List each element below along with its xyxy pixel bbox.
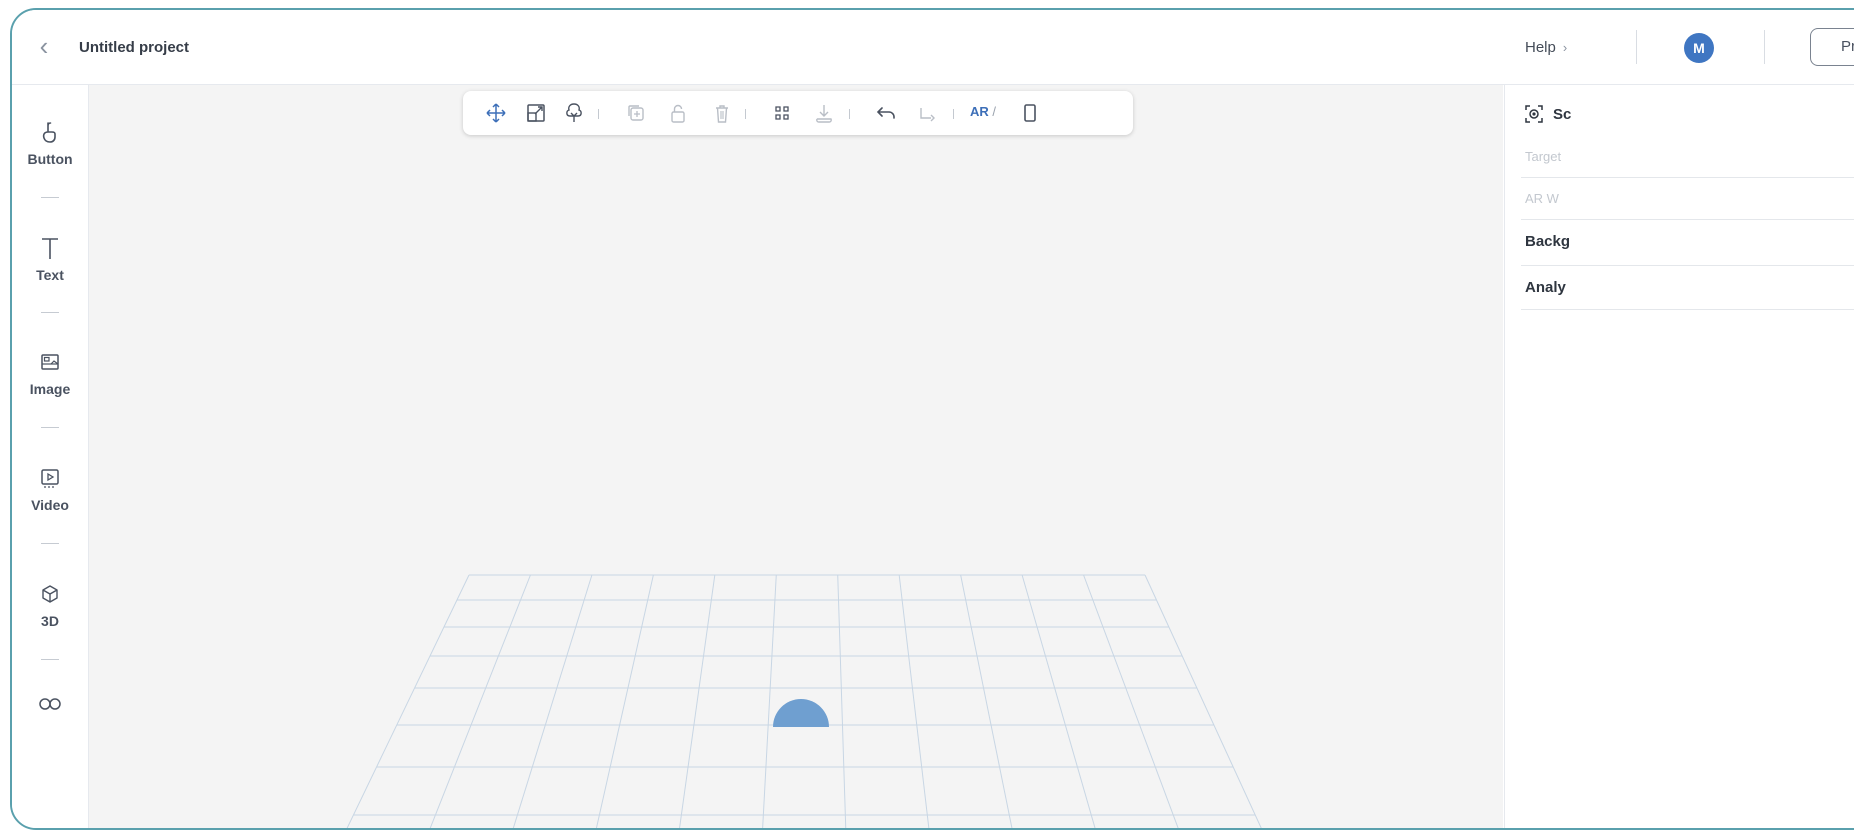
- mobile-icon[interactable]: [1017, 101, 1043, 125]
- image-icon: [12, 345, 88, 379]
- divider: [41, 197, 59, 198]
- help-label: Help: [1525, 39, 1556, 56]
- add-button-tool[interactable]: Button: [12, 115, 88, 167]
- divider: [1521, 219, 1854, 220]
- glasses-icon: [12, 685, 88, 719]
- tool-label: Video: [31, 497, 69, 513]
- ar-field[interactable]: AR W: [1525, 191, 1559, 206]
- divider: [41, 312, 59, 313]
- grid-line: [837, 574, 847, 828]
- divider: [41, 427, 59, 428]
- grid-line: [1144, 574, 1262, 828]
- grid-line: [898, 574, 930, 828]
- divider: [1521, 309, 1854, 310]
- tool-label: Image: [29, 381, 71, 397]
- divider: [41, 659, 59, 660]
- grid-line: [960, 574, 1013, 828]
- properties-panel: Sc Target AR W Backg Analy: [1504, 85, 1854, 828]
- hand-pointer-icon: [12, 115, 88, 149]
- separator: [953, 109, 954, 119]
- delete-icon[interactable]: [709, 101, 735, 125]
- grid-line: [1083, 574, 1179, 828]
- project-title[interactable]: Untitled project: [79, 39, 189, 56]
- qr-icon[interactable]: [769, 101, 795, 125]
- analytics-section[interactable]: Analy: [1525, 279, 1566, 296]
- app-window: ‹ Untitled project Help › M Pr Button Tex…: [10, 8, 1854, 830]
- grid-line: [429, 574, 531, 828]
- add-3d-tool[interactable]: 3D: [12, 577, 88, 629]
- anchor-icon[interactable]: [811, 101, 837, 125]
- grid-line: [595, 574, 654, 828]
- preview-button[interactable]: Pr: [1810, 28, 1854, 66]
- duplicate-icon[interactable]: [623, 101, 649, 125]
- divider: [1521, 177, 1854, 178]
- tool-label: 3D: [41, 613, 59, 629]
- scene-target-icon: [1523, 103, 1545, 125]
- scene-header[interactable]: Sc: [1523, 103, 1571, 125]
- grid-line: [512, 574, 593, 828]
- cube-icon: [12, 577, 88, 611]
- top-bar: ‹ Untitled project Help › M Pr: [12, 10, 1854, 85]
- add-ar-tool[interactable]: [12, 685, 88, 719]
- grid-line: [1021, 574, 1096, 828]
- scene-canvas[interactable]: AR /: [89, 85, 1503, 828]
- lock-icon[interactable]: [665, 101, 691, 125]
- element-sidebar: Button Text Image Video 3D: [12, 85, 89, 828]
- scale-icon[interactable]: [523, 101, 549, 125]
- text-icon: [12, 231, 88, 265]
- divider: [41, 543, 59, 544]
- grid-line: [346, 574, 470, 828]
- divider: [1636, 30, 1637, 64]
- canvas-toolbar: AR /: [463, 91, 1133, 135]
- separator: [849, 109, 850, 119]
- ar-toggle[interactable]: AR /: [970, 104, 996, 119]
- chevron-right-icon: ›: [1562, 40, 1568, 55]
- tree-icon[interactable]: [561, 101, 587, 125]
- separator: [598, 109, 599, 119]
- video-icon: [12, 461, 88, 495]
- redo-icon[interactable]: [915, 101, 941, 125]
- divider: [1521, 265, 1854, 266]
- scene-label: Sc: [1553, 105, 1572, 123]
- background-section[interactable]: Backg: [1525, 233, 1570, 250]
- target-field[interactable]: Target: [1525, 149, 1561, 164]
- help-menu[interactable]: Help ›: [1525, 39, 1567, 56]
- ar-label: AR: [970, 104, 989, 119]
- divider: [1764, 30, 1765, 64]
- grid-line: [762, 574, 777, 828]
- tool-label: Text: [36, 267, 64, 283]
- ar-separator: /: [992, 104, 997, 119]
- avatar[interactable]: M: [1684, 33, 1714, 63]
- add-image-tool[interactable]: Image: [12, 345, 88, 397]
- add-text-tool[interactable]: Text: [12, 231, 88, 283]
- separator: [745, 109, 746, 119]
- move-icon[interactable]: [483, 101, 509, 125]
- add-video-tool[interactable]: Video: [12, 461, 88, 513]
- chevron-left-icon[interactable]: ‹: [32, 31, 56, 61]
- undo-icon[interactable]: [873, 101, 899, 125]
- grid-line: [679, 574, 716, 828]
- tool-label: Button: [27, 151, 73, 167]
